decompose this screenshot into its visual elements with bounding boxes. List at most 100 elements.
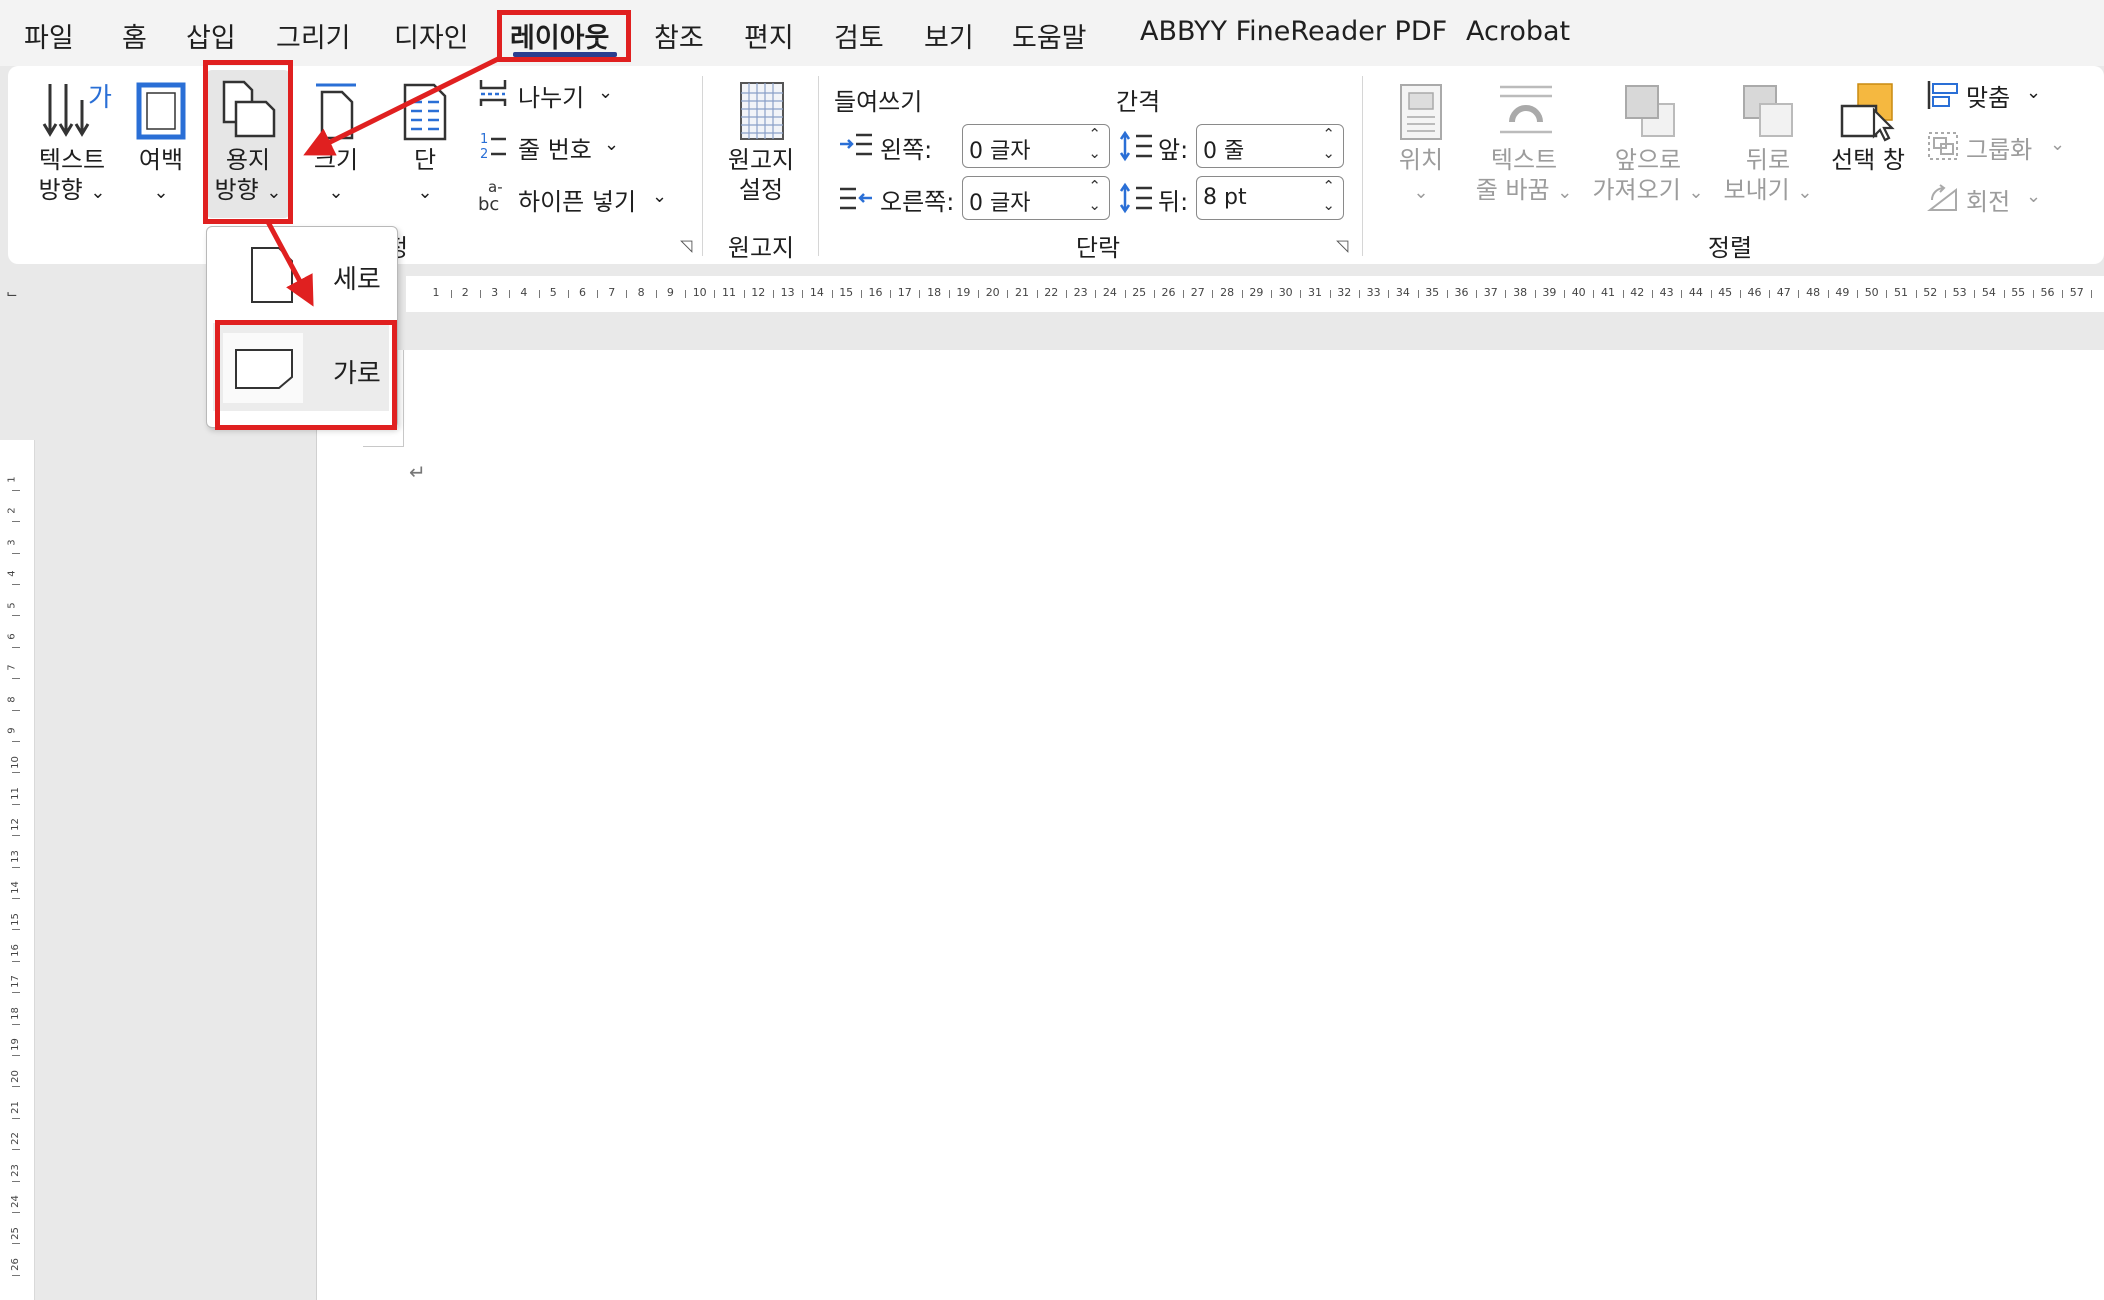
document-page[interactable]: ↵ xyxy=(316,350,2104,1300)
ruler-tick xyxy=(509,290,511,298)
ruler-tick xyxy=(1710,290,1712,298)
indent-right-spinner[interactable]: 0 글자 ⌃ ⌄ xyxy=(962,176,1110,220)
rotate-button[interactable]: 회전 ⌄ xyxy=(1924,180,2074,216)
tab-help[interactable]: 도움말 xyxy=(1012,16,1087,55)
ruler-tick xyxy=(1300,290,1302,298)
tab-mailings[interactable]: 편지 xyxy=(744,16,794,55)
line-numbers-button[interactable]: 1 2 줄 번호 ⌄ xyxy=(476,128,656,164)
tab-abbyy[interactable]: ABBYY FineReader PDF xyxy=(1140,16,1447,47)
columns-button[interactable]: 단 ⌄ xyxy=(392,74,458,214)
ruler-number: 40 xyxy=(1571,286,1586,299)
page-setup-launcher-icon[interactable]: ◹ xyxy=(680,236,692,255)
vertical-ruler: 1 2 3 4 5 6 7 8 9 10 11 12 13 14 15 16 17 18 19 20 21 22 23 24 2… xyxy=(0,440,35,1300)
spinner-arrows-icon[interactable]: ⌃ ⌄ xyxy=(1322,177,1335,215)
indent-left-spinner[interactable]: 0 글자 ⌃ ⌄ xyxy=(962,124,1110,168)
selection-pane-label: 선택 창 xyxy=(1831,146,1905,174)
ruler-number: 10 xyxy=(692,286,707,299)
spinner-arrows-icon[interactable]: ⌃ ⌄ xyxy=(1088,177,1101,215)
ruler-tick xyxy=(1153,290,1155,298)
ruler-tick xyxy=(655,290,657,298)
ruler-number: 54 xyxy=(1981,286,1996,299)
indent-right-value: 0 글자 xyxy=(969,191,1031,216)
ruler-number: 22 xyxy=(9,1132,21,1146)
ruler-tick xyxy=(12,552,20,554)
ruler-number: 21 xyxy=(9,1101,21,1114)
ruler-number: 24 xyxy=(1102,286,1117,299)
ruler-number: 1 xyxy=(432,286,440,299)
ruler-tick xyxy=(685,290,687,298)
ruler-number: 11 xyxy=(9,787,21,800)
align-button[interactable]: 맞춤 ⌄ xyxy=(1924,76,2074,112)
ruler-number: 8 xyxy=(6,696,18,703)
ruler-tick xyxy=(12,1180,20,1182)
ruler-number: 34 xyxy=(1395,286,1410,299)
group-button[interactable]: 그룹화 ⌄ xyxy=(1924,128,2074,164)
group-separator xyxy=(702,76,703,256)
orientation-button-highlight xyxy=(203,60,293,224)
portrait-label: 세로 xyxy=(333,265,381,295)
tab-design[interactable]: 디자인 xyxy=(394,16,469,55)
paragraph-mark[interactable]: ↵ xyxy=(409,460,426,484)
ruler-number: 20 xyxy=(9,1069,21,1083)
ruler-tick xyxy=(626,290,628,298)
wrap-text-button[interactable]: 텍스트 줄 바꿈 ⌄ xyxy=(1468,74,1580,214)
orientation-portrait-option[interactable]: 세로 xyxy=(213,231,389,319)
selection-pane-button[interactable]: 선택 창 xyxy=(1822,74,1914,214)
send-backward-button[interactable]: 뒤로 보내기 ⌄ xyxy=(1718,74,1818,214)
tab-view[interactable]: 보기 xyxy=(924,16,974,55)
ruler-number: 29 xyxy=(1249,286,1264,299)
ruler-number: 2 xyxy=(461,286,469,299)
ruler-number: 50 xyxy=(1864,286,1879,299)
manuscript-settings-button[interactable]: 원고지 설정 xyxy=(716,74,806,214)
spinner-arrows-icon[interactable]: ⌃ ⌄ xyxy=(1322,125,1335,163)
ruler-number: 25 xyxy=(9,1226,21,1240)
send-backward-label2: 보내기 xyxy=(1723,176,1790,204)
margins-button[interactable]: 여백 ⌄ xyxy=(126,74,196,214)
size-button[interactable]: 크기 ⌄ xyxy=(300,74,372,214)
line-numbers-label: 줄 번호 xyxy=(518,136,592,164)
tab-draw[interactable]: 그리기 xyxy=(276,16,351,55)
spacing-before-spinner[interactable]: 0 줄 ⌃ ⌄ xyxy=(1196,124,1344,168)
tab-references[interactable]: 참조 xyxy=(654,16,704,55)
ruler-number: 5 xyxy=(549,286,557,299)
tab-selector-icon[interactable]: ⌙ xyxy=(6,286,18,302)
hyphenation-button[interactable]: a- bc 하이픈 넣기 ⌄ xyxy=(476,178,676,216)
tab-review[interactable]: 검토 xyxy=(834,16,884,55)
tab-insert[interactable]: 삽입 xyxy=(186,16,236,55)
ruler-tick xyxy=(831,290,833,298)
indent-left-value: 0 글자 xyxy=(969,139,1031,164)
ruler-tick xyxy=(1388,290,1390,298)
ruler-tick xyxy=(1974,290,1976,298)
spacing-after-spinner[interactable]: 8 pt ⌃ ⌄ xyxy=(1196,176,1344,220)
tab-file[interactable]: 파일 xyxy=(24,16,74,55)
spacing-after-icon xyxy=(1120,182,1152,214)
chevron-down-icon: ⌄ xyxy=(417,182,433,203)
ruler-number: 48 xyxy=(1806,286,1821,299)
tab-acrobat[interactable]: Acrobat xyxy=(1466,16,1570,47)
ruler-number: 3 xyxy=(6,539,18,546)
ruler-tick xyxy=(12,615,20,617)
paragraph-group-label: 단락 xyxy=(1075,234,1121,262)
text-direction-button[interactable]: 가 텍스트 방향 ⌄ xyxy=(24,74,120,214)
wrap-text-icon xyxy=(1500,85,1552,134)
ruler-number: 5 xyxy=(6,601,18,609)
ruler-number: 12 xyxy=(9,818,21,832)
ruler-tick xyxy=(1564,290,1566,298)
position-button[interactable]: 위치 ⌄ xyxy=(1384,74,1458,214)
manuscript-label1: 원고지 xyxy=(727,146,795,174)
menu-bar: 파일 홈 삽입 그리기 디자인 레이아웃 참조 편지 검토 보기 도움말 ABB… xyxy=(0,0,2104,66)
ruler-number: 15 xyxy=(839,286,854,299)
ruler-number: 26 xyxy=(9,1258,21,1271)
ruler-tick xyxy=(978,290,980,298)
paragraph-launcher-icon[interactable]: ◹ xyxy=(1336,236,1348,255)
ruler-tick xyxy=(1622,290,1624,298)
margins-icon xyxy=(136,82,186,140)
chevron-down-icon: ⌄ xyxy=(1557,182,1573,203)
ruler-tick xyxy=(1827,290,1829,298)
spinner-arrows-icon[interactable]: ⌃ ⌄ xyxy=(1088,125,1101,163)
position-label: 위치 xyxy=(1398,146,1444,174)
tab-home[interactable]: 홈 xyxy=(122,16,147,55)
breaks-button[interactable]: 나누기 ⌄ xyxy=(476,76,656,112)
ruler-tick xyxy=(538,290,540,298)
bring-forward-button[interactable]: 앞으로 가져오기 ⌄ xyxy=(1588,74,1708,214)
